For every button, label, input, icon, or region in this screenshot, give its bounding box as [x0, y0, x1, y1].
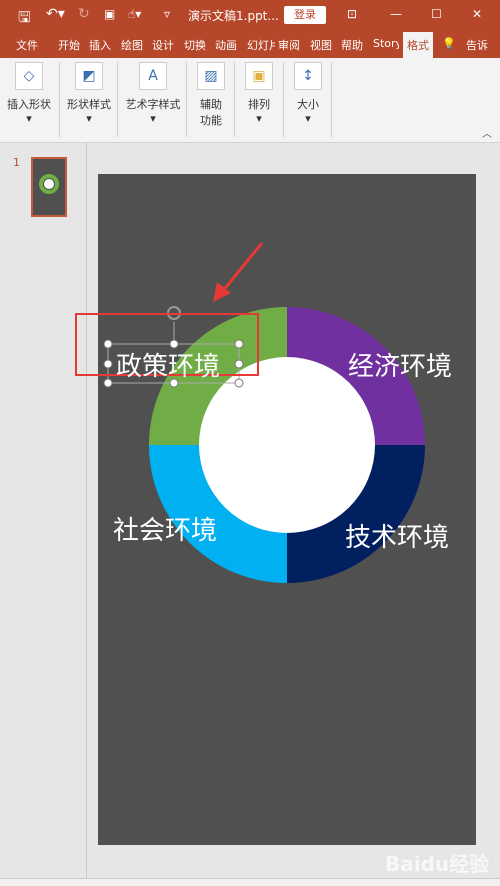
- annotation-arrow: [220, 242, 264, 293]
- label-economy[interactable]: 经济环境: [348, 346, 452, 383]
- donut-diagram: [75, 242, 425, 583]
- watermark: Baidu经验: [385, 852, 490, 876]
- status-bar: [0, 878, 500, 886]
- label-society[interactable]: 社会环境: [113, 510, 217, 547]
- label-tech[interactable]: 技术环境: [345, 517, 449, 554]
- label-policy[interactable]: 政策环境: [116, 346, 220, 383]
